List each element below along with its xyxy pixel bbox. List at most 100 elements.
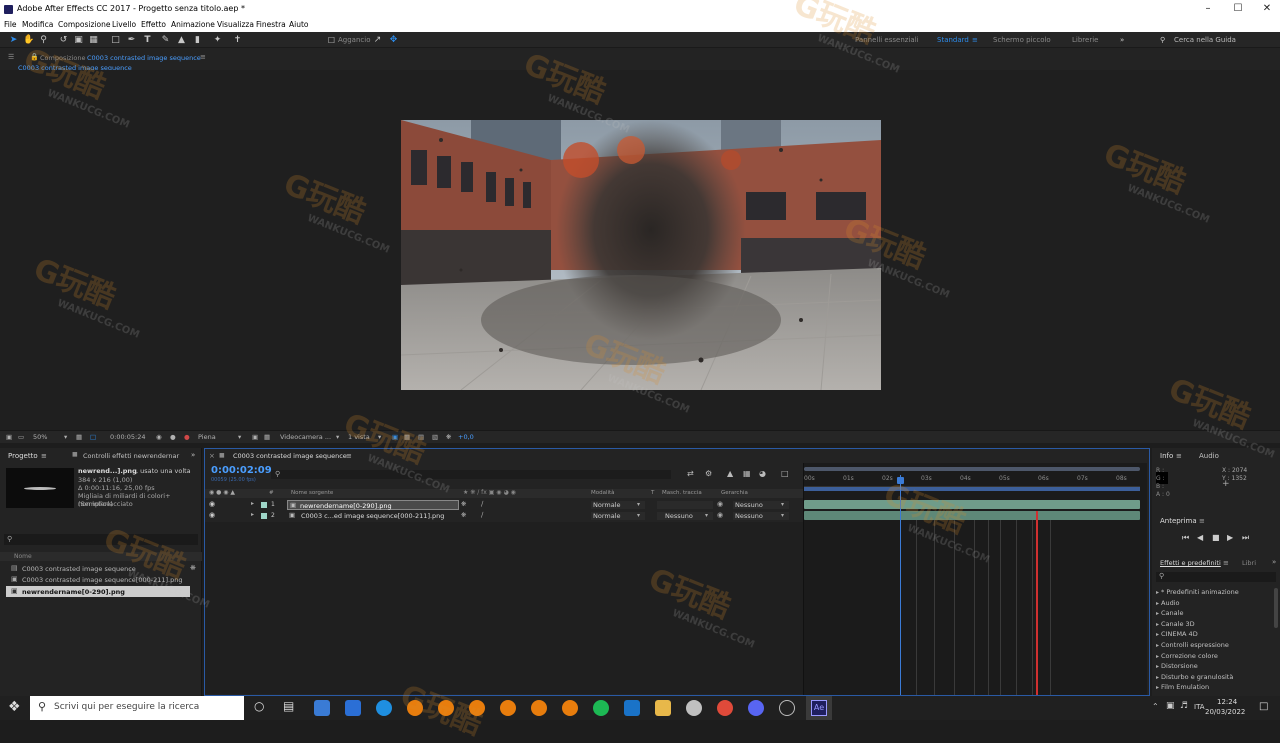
stop-icon[interactable]: ■ (1212, 533, 1220, 542)
column-source-name[interactable]: Nome sorgente (291, 490, 333, 496)
column-t[interactable]: T (651, 490, 654, 496)
app-icon[interactable] (624, 700, 640, 716)
calendar-icon[interactable] (345, 700, 361, 716)
workspace-essentials[interactable]: Pannelli essenziali (855, 36, 919, 44)
layer-switches[interactable]: ❋ (461, 511, 466, 519)
motion-blur-icon[interactable]: ◕ (759, 469, 766, 478)
puppet-tool-icon[interactable]: ✝ (232, 35, 243, 46)
zoom-level[interactable]: 50% (33, 433, 47, 441)
effects-category[interactable]: ▸ Audio (1156, 599, 1180, 607)
composition-menu-icon[interactable]: ≡ (200, 53, 206, 61)
menu-composizione[interactable]: Composizione (58, 20, 110, 29)
current-time[interactable]: 0:00:02:09 (211, 465, 272, 476)
column-number[interactable]: # (269, 490, 274, 496)
always-preview-icon[interactable]: ▣ (6, 433, 12, 441)
region-of-interest-icon[interactable]: ▣ (252, 433, 258, 441)
comp-mini-flowchart-icon[interactable]: ⇄ (687, 469, 694, 478)
hand-tool-icon[interactable]: ✋ (23, 35, 34, 46)
blender-icon[interactable] (500, 700, 516, 716)
project-item[interactable]: ▣ C0003 contrasted image sequence[000-21… (0, 574, 202, 585)
file-explorer-icon[interactable] (655, 700, 671, 716)
workspace-menu-icon[interactable]: ≡ (972, 36, 978, 44)
pick-whip-icon[interactable]: ◉ (717, 500, 723, 508)
layer-switches[interactable]: ❋ (461, 500, 466, 508)
maximize-icon[interactable]: ☐ (1228, 3, 1248, 14)
notifications-icon[interactable]: □ (1259, 701, 1268, 712)
work-area-span[interactable] (804, 487, 1140, 491)
flowchart-icon[interactable]: ▧ (432, 433, 438, 441)
layer-name-field[interactable]: ▣ newrendername[0-290].png (287, 500, 459, 510)
fast-preview-icon[interactable]: ▦ (404, 433, 410, 441)
brush-tool-icon[interactable]: ✎ (160, 35, 171, 46)
work-area-bar[interactable] (804, 467, 1140, 471)
tab-effects-presets[interactable]: Effetti e predefiniti (1160, 559, 1221, 567)
tab-audio[interactable]: Audio (1199, 452, 1219, 460)
expand-arrow-icon[interactable]: ▸ (251, 500, 254, 507)
effects-category[interactable]: ▸ Canale 3D (1156, 620, 1195, 628)
blend-mode-select[interactable]: Normale ▾ (591, 512, 645, 520)
visibility-eye-icon[interactable]: ◉ (209, 511, 215, 519)
work-area-range[interactable] (804, 467, 1140, 471)
resolution-dropdown-icon[interactable]: ▾ (238, 433, 241, 441)
time-ruler[interactable]: 00s 01s 02s 03s 04s 05s 06s 07s 08s (804, 475, 1140, 487)
layer-list-empty-area[interactable] (205, 522, 803, 694)
layer-row[interactable]: ◉ ▸ 2 ▣ C0003 c...ed image sequence[000-… (205, 511, 803, 521)
menu-effetto[interactable]: Effetto (141, 20, 166, 29)
playhead-handle[interactable] (897, 477, 905, 484)
blender-icon[interactable] (562, 700, 578, 716)
track-matte-select[interactable]: Nessuno ▾ (657, 512, 713, 520)
track-matte-select[interactable] (657, 501, 713, 509)
effects-scrollbar[interactable] (1274, 588, 1278, 628)
blend-mode-select[interactable]: Normale ▾ (591, 501, 645, 509)
discord-icon[interactable] (748, 700, 764, 716)
track-area[interactable] (804, 500, 1140, 695)
tab-project[interactable]: Progetto (8, 452, 38, 460)
quality-switch-icon[interactable]: ∕ (481, 500, 483, 508)
obs-icon[interactable] (779, 700, 795, 716)
parent-select[interactable]: Nessuno ▾ (733, 512, 789, 520)
exposure-icon[interactable]: ❋ (446, 433, 451, 441)
blender-icon[interactable] (407, 700, 423, 716)
quality-switch-icon[interactable]: ∕ (481, 511, 483, 519)
store-icon[interactable] (314, 700, 330, 716)
pan-behind-tool-icon[interactable]: ▦ (88, 35, 99, 46)
composition-frame[interactable] (401, 120, 881, 390)
menu-animazione[interactable]: Animazione (171, 20, 215, 29)
blender-icon[interactable] (469, 700, 485, 716)
effects-category[interactable]: ▸ Disturbo e granulosità (1156, 673, 1233, 681)
playhead[interactable] (897, 475, 905, 695)
snap-options-icon[interactable]: ↗ (372, 35, 383, 46)
camera-select[interactable]: Videocamera ... (280, 433, 331, 441)
volume-icon[interactable]: ♬ (1180, 701, 1188, 711)
clock-time[interactable]: 12:24 (1217, 698, 1237, 706)
preview-menu-icon[interactable]: ≡ (1199, 517, 1205, 525)
close-tab-icon[interactable]: × (209, 452, 215, 460)
exposure-value[interactable]: +0,0 (458, 433, 474, 441)
first-frame-icon[interactable]: ⏮ (1182, 533, 1189, 543)
rectangle-tool-icon[interactable]: □ (110, 35, 121, 46)
menu-aiuto[interactable]: Aiuto (289, 20, 309, 29)
parent-select[interactable]: Nessuno ▾ (733, 501, 789, 509)
app-icon[interactable] (686, 700, 702, 716)
effects-category[interactable]: ▸ Correzione colore (1156, 652, 1218, 660)
chrome-icon[interactable] (717, 700, 733, 716)
pen-tool-icon[interactable]: ✒ (126, 35, 137, 46)
snap-checkbox-icon[interactable]: ☐ (326, 35, 337, 46)
column-mode[interactable]: Modalità (591, 490, 615, 496)
draft-3d-icon[interactable]: ⚙ (705, 469, 712, 478)
layer-1-duration-bar[interactable] (804, 500, 1140, 509)
column-name[interactable]: Nome (14, 553, 32, 560)
menu-modifica[interactable]: Modifica (22, 20, 53, 29)
project-search-input[interactable]: ⚲ (4, 534, 198, 545)
show-snapshot-icon[interactable]: ● (170, 433, 176, 441)
selection-tool-icon[interactable]: ➤ (8, 35, 19, 46)
previous-frame-icon[interactable]: ◀ (1197, 533, 1203, 542)
blender-icon[interactable] (531, 700, 547, 716)
close-icon[interactable]: ✕ (1257, 3, 1277, 14)
after-effects-taskbar-button[interactable]: Ae (806, 696, 832, 720)
network-icon[interactable]: ▣ (1166, 701, 1175, 711)
menu-file[interactable]: File (4, 20, 17, 29)
workspace-overflow-icon[interactable]: » (1120, 36, 1124, 44)
effects-category[interactable]: ▸ Controlli espressione (1156, 641, 1229, 649)
color-channel-icon[interactable]: ● (184, 433, 190, 441)
